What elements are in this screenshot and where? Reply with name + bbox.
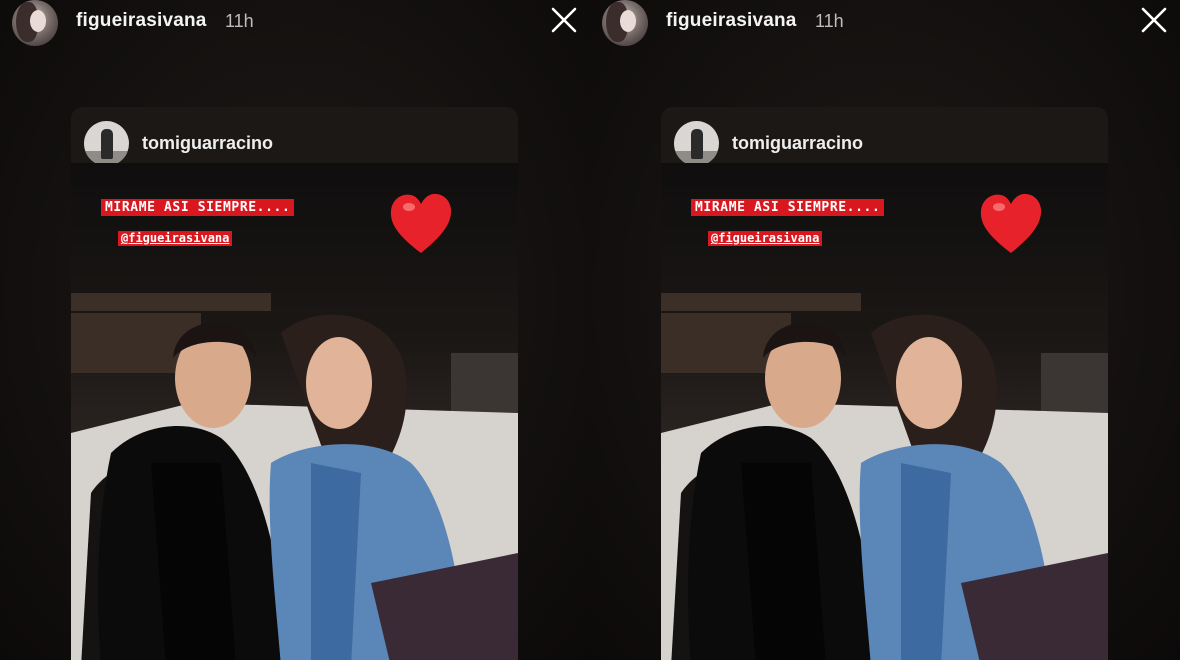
story-timestamp: 11h: [225, 11, 254, 31]
shared-post-card[interactable]: tomiguarracino MIRAME ASI SIEMPRE.... @f…: [661, 107, 1108, 660]
heart-emoji-sticker: [390, 193, 452, 253]
story-panel-right: figueirasivana 11h tomiguarracino MIRAME…: [590, 0, 1180, 660]
shared-post-username[interactable]: tomiguarracino: [732, 133, 863, 154]
shared-post-username[interactable]: tomiguarracino: [142, 133, 273, 154]
shared-post-avatar[interactable]: [84, 121, 129, 166]
poster-avatar[interactable]: [602, 0, 648, 46]
mention-tag[interactable]: @figueirasivana: [708, 231, 823, 246]
close-icon[interactable]: [1138, 4, 1170, 36]
story-caption: MIRAME ASI SIEMPRE....: [691, 199, 885, 216]
heart-emoji-sticker: [980, 193, 1042, 253]
story-timestamp: 11h: [815, 11, 844, 31]
story-caption: MIRAME ASI SIEMPRE....: [101, 199, 295, 216]
post-photo: MIRAME ASI SIEMPRE.... @figueirasivana: [661, 163, 1108, 660]
poster-username[interactable]: figueirasivana: [666, 10, 797, 32]
story-header: figueirasivana 11h: [0, 0, 590, 46]
shared-post-avatar[interactable]: [674, 121, 719, 166]
shared-post-header: tomiguarracino: [661, 107, 1108, 166]
story-header: figueirasivana 11h: [590, 0, 1180, 46]
close-icon[interactable]: [548, 4, 580, 36]
mention-tag[interactable]: @figueirasivana: [118, 231, 233, 246]
story-panel-left: figueirasivana 11h tomiguarracino MIRAME…: [0, 0, 590, 660]
poster-avatar[interactable]: [12, 0, 58, 46]
poster-username[interactable]: figueirasivana: [76, 10, 207, 32]
post-photo: MIRAME ASI SIEMPRE.... @figueirasivana: [71, 163, 518, 660]
shared-post-card[interactable]: tomiguarracino MIRAME ASI SIEMPRE.... @f…: [71, 107, 518, 660]
shared-post-header: tomiguarracino: [71, 107, 518, 166]
